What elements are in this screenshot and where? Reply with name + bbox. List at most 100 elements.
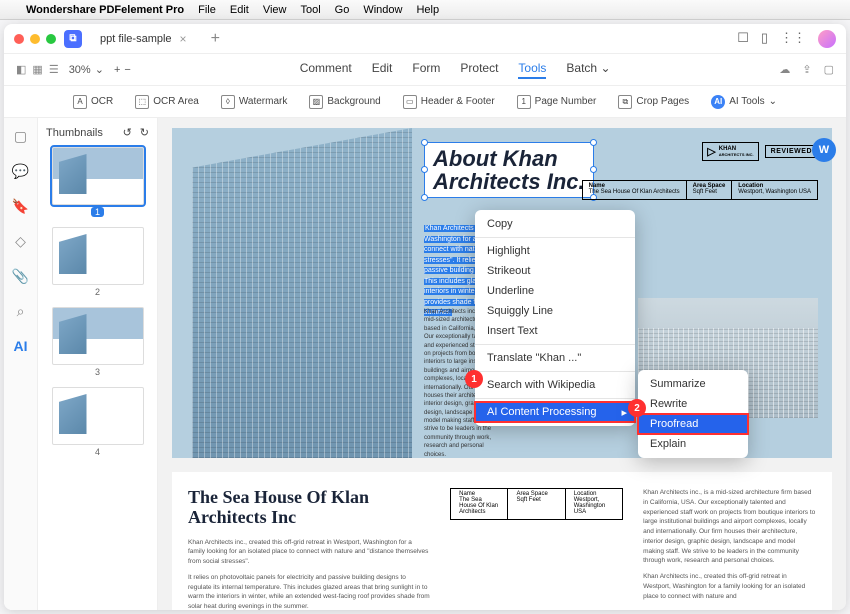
- ctx-insert-text[interactable]: Insert Text: [475, 321, 635, 341]
- document-tab[interactable]: ppt file-sample ×: [90, 28, 197, 50]
- zoom-in-button[interactable]: +: [114, 64, 120, 76]
- traffic-lights: [14, 34, 56, 44]
- submenu-explain[interactable]: Explain: [638, 434, 748, 454]
- menu-file[interactable]: File: [198, 4, 216, 16]
- title-line1: About Khan: [433, 146, 558, 171]
- reviewed-stamp: REVIEWED: [765, 145, 818, 158]
- submenu-proofread[interactable]: Proofread: [638, 414, 748, 434]
- watermark-button[interactable]: ◊Watermark: [221, 95, 288, 109]
- tab-edit[interactable]: Edit: [372, 61, 393, 79]
- thumbnail-1[interactable]: 1: [46, 147, 149, 217]
- ai-tools-button[interactable]: AIAI Tools ⌄: [711, 95, 777, 109]
- zoom-value: 30%: [69, 64, 91, 76]
- grid-view-icon[interactable]: ▦: [32, 63, 42, 76]
- attachments-rail-icon[interactable]: 📎: [12, 268, 29, 285]
- ai-submenu: Summarize Rewrite Proofread Explain: [638, 370, 748, 458]
- crop-pages-button[interactable]: ⧉Crop Pages: [618, 95, 689, 109]
- info-table: NameThe Sea House Of Klan Architects Are…: [582, 180, 818, 200]
- building-image: [192, 128, 412, 458]
- tab-protect[interactable]: Protect: [460, 61, 498, 79]
- submenu-summarize[interactable]: Summarize: [638, 374, 748, 394]
- window-close-button[interactable]: [14, 34, 24, 44]
- ocr-button[interactable]: AOCR: [73, 95, 113, 109]
- page2-title: The Sea House Of Klan Architects Inc: [188, 488, 430, 528]
- submenu-rewrite[interactable]: Rewrite: [638, 394, 748, 414]
- ocr-area-icon: ⬚: [135, 95, 149, 109]
- menu-window[interactable]: Window: [363, 4, 402, 16]
- thumbnails-rail-icon[interactable]: ▢: [14, 128, 27, 145]
- tab-batch[interactable]: Batch ⌄: [566, 61, 610, 79]
- notifications-icon[interactable]: ☐: [737, 30, 749, 48]
- panel-icon[interactable]: ▢: [824, 63, 834, 76]
- tab-comment[interactable]: Comment: [300, 61, 352, 79]
- bookmarks-rail-icon[interactable]: 🔖: [12, 198, 29, 215]
- watermark-icon: ◊: [221, 95, 235, 109]
- cloud-icon[interactable]: ☁: [779, 63, 790, 76]
- header-footer-icon: ▭: [403, 95, 417, 109]
- background-button[interactable]: ▨Background: [309, 95, 380, 109]
- ai-icon: AI: [711, 95, 725, 109]
- thumbnail-3[interactable]: 3: [46, 307, 149, 377]
- page-number-icon: 1: [517, 95, 531, 109]
- menu-edit[interactable]: Edit: [230, 4, 249, 16]
- list-view-icon[interactable]: ☰: [49, 63, 59, 76]
- chevron-down-icon[interactable]: ⌄: [95, 63, 104, 76]
- page-2: The Sea House Of Klan Architects Inc Kha…: [172, 472, 832, 610]
- sidebar-toggle-icon[interactable]: ◧: [16, 63, 26, 76]
- menu-tool[interactable]: Tool: [300, 4, 320, 16]
- device-icon[interactable]: ▯: [761, 30, 768, 48]
- page-number-button[interactable]: 1Page Number: [517, 95, 597, 109]
- ai-rail-icon[interactable]: AI: [14, 338, 28, 354]
- background-icon: ▨: [309, 95, 323, 109]
- menu-go[interactable]: Go: [335, 4, 350, 16]
- ctx-copy[interactable]: Copy: [475, 214, 635, 234]
- page2-right-text: Khan Architects inc., is a mid-sized arc…: [643, 488, 816, 566]
- comments-rail-icon[interactable]: 💬: [12, 163, 29, 180]
- ocr-area-button[interactable]: ⬚OCR Area: [135, 95, 199, 109]
- tab-form[interactable]: Form: [412, 61, 440, 79]
- page2-p1: Khan Architects inc., created this off-g…: [188, 538, 430, 567]
- thumbnail-4[interactable]: 4: [46, 387, 149, 457]
- macos-menubar: Wondershare PDFelement Pro File Edit Vie…: [0, 0, 850, 20]
- zoom-control[interactable]: 30% ⌄ + −: [69, 63, 131, 76]
- callout-2: 2: [628, 399, 646, 417]
- tab-title: ppt file-sample: [100, 33, 172, 45]
- ctx-search-wikipedia[interactable]: Search with Wikipedia: [475, 375, 635, 395]
- app-name[interactable]: Wondershare PDFelement Pro: [26, 4, 184, 16]
- new-tab-button[interactable]: +: [211, 30, 220, 48]
- rotate-left-icon[interactable]: ↺: [123, 126, 132, 139]
- info-table-2: NameThe Sea House Of Klan Architects Are…: [450, 488, 623, 520]
- zoom-out-button[interactable]: −: [124, 64, 130, 76]
- titlebar: ⧉ ppt file-sample × + ☐ ▯ ⋮⋮: [4, 24, 846, 54]
- context-menu: Copy Highlight Strikeout Underline Squig…: [475, 210, 635, 426]
- menu-view[interactable]: View: [263, 4, 287, 16]
- ctx-underline[interactable]: Underline: [475, 281, 635, 301]
- selected-text-box[interactable]: About KhanArchitects Inc.: [424, 142, 594, 198]
- tab-close-icon[interactable]: ×: [180, 32, 187, 46]
- window-maximize-button[interactable]: [46, 34, 56, 44]
- ctx-translate[interactable]: Translate "Khan ...": [475, 348, 635, 368]
- tools-icon[interactable]: ⋮⋮: [780, 30, 806, 48]
- layers-rail-icon[interactable]: ◇: [15, 233, 26, 250]
- thumbnails-title: Thumbnails: [46, 127, 103, 139]
- thumbnail-2[interactable]: 2: [46, 227, 149, 297]
- ctx-ai-content-processing[interactable]: AI Content Processing▸: [475, 402, 635, 422]
- share-icon[interactable]: ⇪: [802, 63, 811, 76]
- search-rail-icon[interactable]: ⌕: [17, 303, 25, 320]
- left-rail: ▢ 💬 🔖 ◇ 📎 ⌕ AI: [4, 118, 38, 610]
- ctx-strikeout[interactable]: Strikeout: [475, 261, 635, 281]
- menu-help[interactable]: Help: [416, 4, 439, 16]
- ctx-squiggly[interactable]: Squiggly Line: [475, 301, 635, 321]
- user-avatar[interactable]: [818, 30, 836, 48]
- word-export-badge[interactable]: W: [812, 138, 836, 162]
- ocr-icon: A: [73, 95, 87, 109]
- tools-toolbar: AOCR ⬚OCR Area ◊Watermark ▨Background ▭H…: [4, 86, 846, 118]
- header-footer-button[interactable]: ▭Header & Footer: [403, 95, 495, 109]
- tab-tools[interactable]: Tools: [518, 61, 546, 79]
- callout-1: 1: [465, 370, 483, 388]
- app-icon: ⧉: [64, 30, 82, 48]
- window-minimize-button[interactable]: [30, 34, 40, 44]
- rotate-right-icon[interactable]: ↻: [140, 126, 149, 139]
- app-window: ⧉ ppt file-sample × + ☐ ▯ ⋮⋮ ◧ ▦ ☰ 30% ⌄…: [4, 24, 846, 610]
- ctx-highlight[interactable]: Highlight: [475, 241, 635, 261]
